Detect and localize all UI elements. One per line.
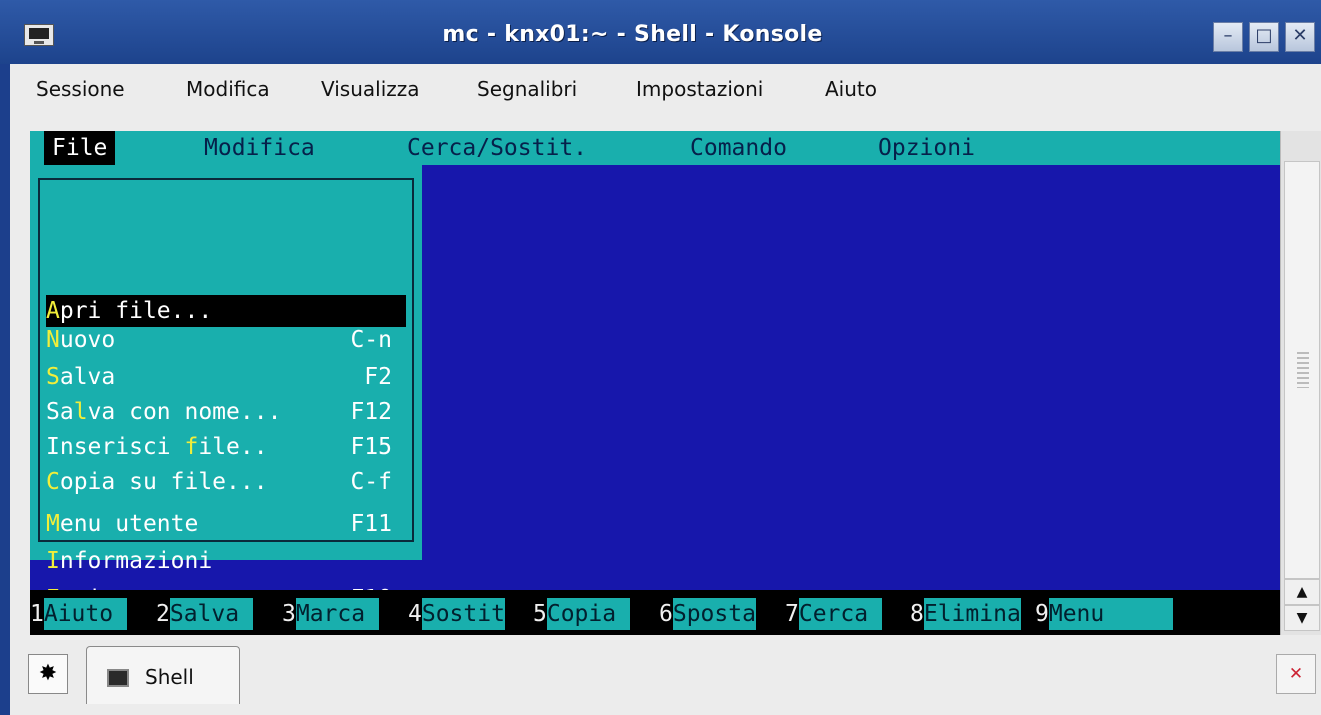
item-label: pri file... bbox=[59, 298, 213, 324]
item-label: nformazioni bbox=[59, 548, 213, 574]
vertical-scrollbar[interactable]: ▲ ▼ bbox=[1280, 131, 1321, 635]
maximize-button[interactable]: □ bbox=[1249, 22, 1279, 52]
scroll-up-button[interactable]: ▲ bbox=[1284, 579, 1320, 605]
function-key-number: 8 bbox=[910, 601, 924, 627]
item-label-pre: Sa bbox=[46, 399, 74, 425]
item-hotkey: l bbox=[73, 399, 88, 425]
mc-menu-file[interactable]: File bbox=[44, 131, 116, 165]
tab-shell[interactable]: Shell bbox=[86, 646, 240, 704]
function-key-label: Aiuto bbox=[43, 598, 127, 630]
item-hotkey: N bbox=[46, 327, 60, 353]
menu-aiuto[interactable]: Aiuto bbox=[825, 77, 877, 101]
function-key-number: 1 bbox=[30, 601, 44, 627]
item-hotkey: M bbox=[46, 511, 60, 537]
mc-menu-comando[interactable]: Comando bbox=[690, 135, 787, 161]
item-label: uovo bbox=[59, 327, 116, 353]
function-key-number: 5 bbox=[533, 601, 547, 627]
close-session-button[interactable]: ✕ bbox=[1276, 654, 1316, 694]
item-hotkey: f bbox=[184, 434, 199, 460]
item-label-pre: Inserisci bbox=[46, 434, 185, 460]
function-key-number: 4 bbox=[408, 601, 422, 627]
function-key-label: Elimina bbox=[923, 598, 1021, 630]
item-hotkey: A bbox=[46, 298, 60, 324]
minimize-button[interactable]: – bbox=[1213, 22, 1243, 52]
function-key-number: 9 bbox=[1035, 601, 1049, 627]
menu-segnalibri[interactable]: Segnalibri bbox=[477, 77, 577, 101]
item-label: ile.. bbox=[198, 434, 268, 460]
function-key-bar: 1Aiuto 2Salva 3Marca 4Sostit 5Copia 6Spos… bbox=[30, 590, 1280, 635]
function-key-4[interactable]: 4Sostit bbox=[408, 598, 505, 630]
function-key-5[interactable]: 5Copia bbox=[533, 598, 630, 630]
item-hotkey: I bbox=[46, 548, 60, 574]
file-menu-item[interactable]: Salva con nome... F12 bbox=[46, 396, 406, 428]
tab-bar: ✸ Shell ✕ bbox=[10, 642, 1321, 715]
file-menu-item[interactable]: Nuovo C-n bbox=[46, 324, 406, 356]
item-shortcut: F11 bbox=[350, 511, 392, 537]
mc-menu-modifica[interactable]: Modifica bbox=[204, 135, 315, 161]
window-frame: Sessione Modifica Visualizza Segnalibri … bbox=[10, 64, 1321, 715]
menu-visualizza[interactable]: Visualizza bbox=[321, 77, 420, 101]
function-key-label: Salva bbox=[169, 598, 253, 630]
item-hotkey: S bbox=[46, 364, 60, 390]
mc-menu-opzioni[interactable]: Opzioni bbox=[878, 135, 975, 161]
function-key-7[interactable]: 7Cerca bbox=[785, 598, 882, 630]
item-shortcut: C-f bbox=[350, 469, 392, 495]
item-shortcut: F12 bbox=[350, 399, 392, 425]
item-label: alva bbox=[59, 364, 116, 390]
tab-label: Shell bbox=[145, 665, 194, 689]
new-session-icon: ✸ bbox=[38, 661, 58, 686]
function-key-label: Copia bbox=[546, 598, 630, 630]
file-menu-item[interactable]: Apri file... bbox=[46, 295, 406, 327]
function-key-label: Marca bbox=[295, 598, 379, 630]
close-button[interactable]: ✕ bbox=[1285, 22, 1315, 52]
title-bar: mc - knx01:~ - Shell - Konsole – □ ✕ bbox=[0, 0, 1321, 64]
item-shortcut: F2 bbox=[364, 364, 392, 390]
item-hotkey: C bbox=[46, 469, 60, 495]
scrollbar-thumb[interactable] bbox=[1284, 161, 1320, 579]
function-key-1[interactable]: 1Aiuto bbox=[30, 598, 127, 630]
terminal-icon bbox=[107, 669, 129, 687]
function-key-9[interactable]: 9Menu bbox=[1035, 598, 1174, 630]
file-dropdown-menu: Apri file... Nuovo C-n Salva F2 Salva con nom… bbox=[30, 165, 422, 612]
menu-bar: Sessione Modifica Visualizza Segnalibri … bbox=[10, 64, 1321, 114]
function-key-2[interactable]: 2Salva bbox=[156, 598, 253, 630]
close-session-icon: ✕ bbox=[1288, 664, 1304, 684]
menu-sessione[interactable]: Sessione bbox=[36, 77, 125, 101]
grip-icon bbox=[1297, 352, 1309, 388]
function-key-label: Menu bbox=[1048, 598, 1174, 630]
file-menu-item[interactable]: Menu utente F11 bbox=[46, 508, 406, 540]
item-label: enu utente bbox=[59, 511, 199, 537]
new-session-button[interactable]: ✸ bbox=[28, 654, 68, 694]
function-key-number: 3 bbox=[282, 601, 296, 627]
item-shortcut: F15 bbox=[350, 434, 392, 460]
mc-menu-bar: File Modifica Cerca/Sostit. Comando Opzi… bbox=[30, 131, 1280, 165]
function-key-8[interactable]: 8Elimina bbox=[910, 598, 1021, 630]
file-menu-item[interactable]: Informazioni bbox=[46, 545, 406, 577]
mc-menu-cerca-sostit[interactable]: Cerca/Sostit. bbox=[407, 135, 587, 161]
function-key-label: Sostit bbox=[421, 598, 505, 630]
function-key-label: Cerca bbox=[798, 598, 882, 630]
item-label: va con nome... bbox=[87, 399, 282, 425]
menu-impostazioni[interactable]: Impostazioni bbox=[636, 77, 763, 101]
function-key-number: 7 bbox=[785, 601, 799, 627]
scroll-down-button[interactable]: ▼ bbox=[1284, 605, 1320, 631]
function-key-label: Sposta bbox=[672, 598, 756, 630]
function-key-number: 6 bbox=[659, 601, 673, 627]
file-menu-item[interactable]: Inserisci file.. F15 bbox=[46, 431, 406, 463]
item-shortcut: C-n bbox=[350, 327, 392, 353]
file-menu-item[interactable]: Salva F2 bbox=[46, 361, 406, 393]
window-title: mc - knx01:~ - Shell - Konsole bbox=[442, 22, 823, 47]
function-key-3[interactable]: 3Marca bbox=[282, 598, 379, 630]
function-key-6[interactable]: 6Sposta bbox=[659, 598, 756, 630]
item-label: opia su file... bbox=[59, 469, 268, 495]
function-key-number: 2 bbox=[156, 601, 170, 627]
file-menu-item[interactable]: Copia su file... C-f bbox=[46, 466, 406, 498]
terminal-area[interactable]: File Modifica Cerca/Sostit. Comando Opzi… bbox=[30, 131, 1280, 635]
menu-modifica[interactable]: Modifica bbox=[186, 77, 270, 101]
